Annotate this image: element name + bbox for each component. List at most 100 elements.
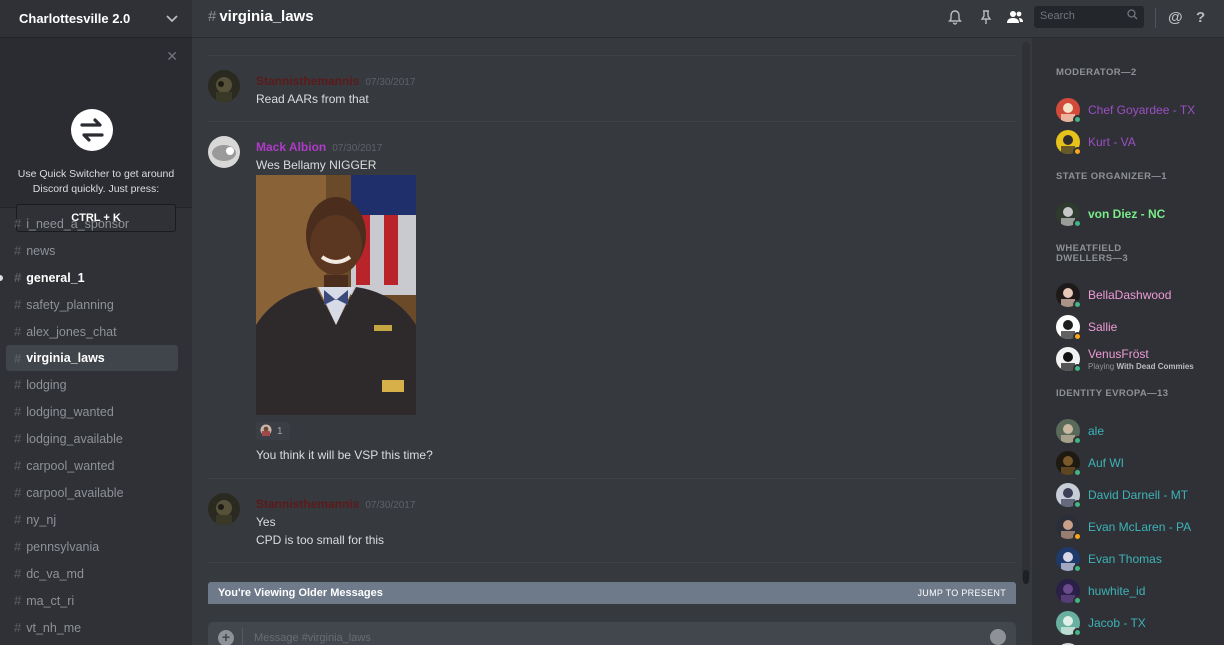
add-attachment-icon[interactable]: + <box>218 630 234 645</box>
hash-icon: # <box>14 404 22 419</box>
status-online-icon <box>1073 219 1082 228</box>
member-item[interactable]: Kurt - VA <box>1056 128 1216 156</box>
close-icon[interactable]: ✕ <box>166 48 178 65</box>
channel-hash: # <box>208 8 217 25</box>
channel-item-virginia-laws[interactable]: # virginia_laws <box>6 345 178 371</box>
hash-icon: # <box>14 324 22 339</box>
scrollbar-thumb[interactable] <box>1023 570 1029 584</box>
member-item[interactable]: von Diez - NC <box>1056 200 1216 228</box>
reaction-button[interactable]: 1 <box>256 422 290 440</box>
unread-indicator <box>0 274 3 281</box>
member-name: David Darnell - MT <box>1088 488 1189 502</box>
server-header[interactable]: Charlottesville 2.0 <box>0 0 192 38</box>
channel-item-vt-nh-me[interactable]: # vt_nh_me <box>0 614 192 641</box>
member-name: Evan Thomas <box>1088 552 1162 566</box>
channel-item-news[interactable]: # news <box>0 237 192 264</box>
channel-item-general-1[interactable]: # general_1 <box>0 264 192 291</box>
member-activity: Playing With Dead Commies <box>1088 362 1194 371</box>
avatar[interactable] <box>208 493 240 525</box>
member-item[interactable]: Auf WI <box>1056 449 1216 477</box>
member-item[interactable]: Leo Tolsgoy <box>1056 641 1216 645</box>
member-item[interactable]: Evan McLaren - PA <box>1056 513 1216 541</box>
quick-switcher-description: Use Quick Switcher to get around Discord… <box>0 167 192 197</box>
older-messages-bar: You're Viewing Older Messages JUMP TO PR… <box>208 582 1016 604</box>
channel-item-alex-jones-chat[interactable]: # alex_jones_chat <box>0 318 192 345</box>
status-online-icon <box>1073 364 1082 373</box>
channel-item-ma-ct-ri[interactable]: # ma_ct_ri <box>0 587 192 614</box>
status-online-icon <box>1073 628 1082 637</box>
message-text: Yes <box>256 515 276 529</box>
hash-icon: # <box>14 216 22 231</box>
channel-item-lodging[interactable]: # lodging <box>0 371 192 398</box>
member-item[interactable]: Chef Goyardee - TX <box>1056 96 1216 124</box>
scrollbar-track[interactable] <box>1022 42 1030 582</box>
member-item[interactable]: VenusFröst Playing With Dead Commies <box>1056 345 1216 373</box>
member-item[interactable]: BellaDashwood <box>1056 281 1216 309</box>
channel-item-carpool-available[interactable]: # carpool_available <box>0 479 192 506</box>
member-item[interactable]: Sallie <box>1056 313 1216 341</box>
channel-label: alex_jones_chat <box>26 324 117 339</box>
channel-item-safety-planning[interactable]: # safety_planning <box>0 291 192 318</box>
chevron-down-icon[interactable] <box>166 12 178 26</box>
message-author[interactable]: Mack Albion 07/30/2017 <box>256 140 382 154</box>
search-input[interactable]: Search <box>1034 6 1144 28</box>
author-name[interactable]: Stannisthemannis <box>256 74 359 88</box>
emoji-icon[interactable] <box>990 629 1006 645</box>
channel-item-pennsylvania[interactable]: # pennsylvania <box>0 533 192 560</box>
channel-label: virginia_laws <box>26 351 105 365</box>
jump-to-present-button[interactable]: JUMP TO PRESENT <box>917 588 1006 598</box>
message-text: CPD is too small for this <box>256 533 385 547</box>
channel-item-ny-nj[interactable]: # ny_nj <box>0 506 192 533</box>
message-author[interactable]: Stannisthemannis 07/30/2017 <box>256 74 415 88</box>
channel-label: general_1 <box>26 270 85 285</box>
pin-icon[interactable] <box>980 10 992 28</box>
avatar[interactable] <box>208 136 240 168</box>
message-author[interactable]: Stannisthemannis 07/30/2017 <box>256 497 415 511</box>
hash-icon: # <box>14 485 22 500</box>
bell-icon[interactable] <box>948 10 962 28</box>
member-item[interactable]: Evan Thomas <box>1056 545 1216 573</box>
channel-label: news <box>26 243 56 258</box>
member-item[interactable]: David Darnell - MT <box>1056 481 1216 509</box>
channel-label: carpool_available <box>26 485 124 500</box>
mentions-icon[interactable]: @ <box>1168 9 1183 26</box>
channel-item-dc-va-md[interactable]: # dc_va_md <box>0 560 192 587</box>
members-icon[interactable] <box>1006 10 1024 27</box>
member-item[interactable]: huwhite_id <box>1056 577 1216 605</box>
member-name: ale <box>1088 424 1105 438</box>
message-divider <box>208 55 1016 56</box>
message-composer[interactable]: + Message #virginia_laws <box>208 622 1016 645</box>
search-placeholder: Search <box>1040 10 1075 22</box>
member-name: Auf WI <box>1088 456 1125 470</box>
author-name[interactable]: Stannisthemannis <box>256 497 359 511</box>
message-divider <box>208 121 1016 122</box>
hash-icon: # <box>14 243 22 258</box>
embedded-photo[interactable] <box>256 175 416 415</box>
channel-item-lodging-wanted[interactable]: # lodging_wanted <box>0 398 192 425</box>
member-item[interactable]: ale <box>1056 417 1216 445</box>
server-name: Charlottesville 2.0 <box>19 11 131 26</box>
channel-label: lodging <box>26 377 67 392</box>
status-online-icon <box>1073 436 1082 445</box>
avatar[interactable] <box>208 70 240 102</box>
hash-icon: # <box>14 270 22 285</box>
channel-item-i-need-a-sponsor[interactable]: # i_need_a_sponsor <box>0 210 192 237</box>
message-input[interactable]: Message #virginia_laws <box>254 632 371 644</box>
member-item[interactable]: Jacob - TX <box>1056 609 1216 637</box>
channel-item-lodging-available[interactable]: # lodging_available <box>0 425 192 452</box>
member-name: Jacob - TX <box>1088 616 1146 630</box>
author-name[interactable]: Mack Albion <box>256 140 326 154</box>
member-name: Kurt - VA <box>1088 135 1136 149</box>
role-header: IDENTITY EVROPA—13 <box>1056 388 1169 399</box>
channel-label: pennsylvania <box>26 539 100 554</box>
message-text: Wes Bellamy NIGGER <box>256 158 377 172</box>
channel-topbar: # virginia_laws Search @ ? <box>192 0 1224 38</box>
hash-icon: # <box>14 350 22 366</box>
member-name: BellaDashwood <box>1088 288 1172 302</box>
member-name: Evan McLaren - PA <box>1088 520 1192 534</box>
channel-item-carpool-wanted[interactable]: # carpool_wanted <box>0 452 192 479</box>
hash-icon: # <box>14 431 22 446</box>
hash-icon: # <box>14 620 22 635</box>
message-text: You think it will be VSP this time? <box>256 448 433 462</box>
help-icon[interactable]: ? <box>1196 9 1205 26</box>
